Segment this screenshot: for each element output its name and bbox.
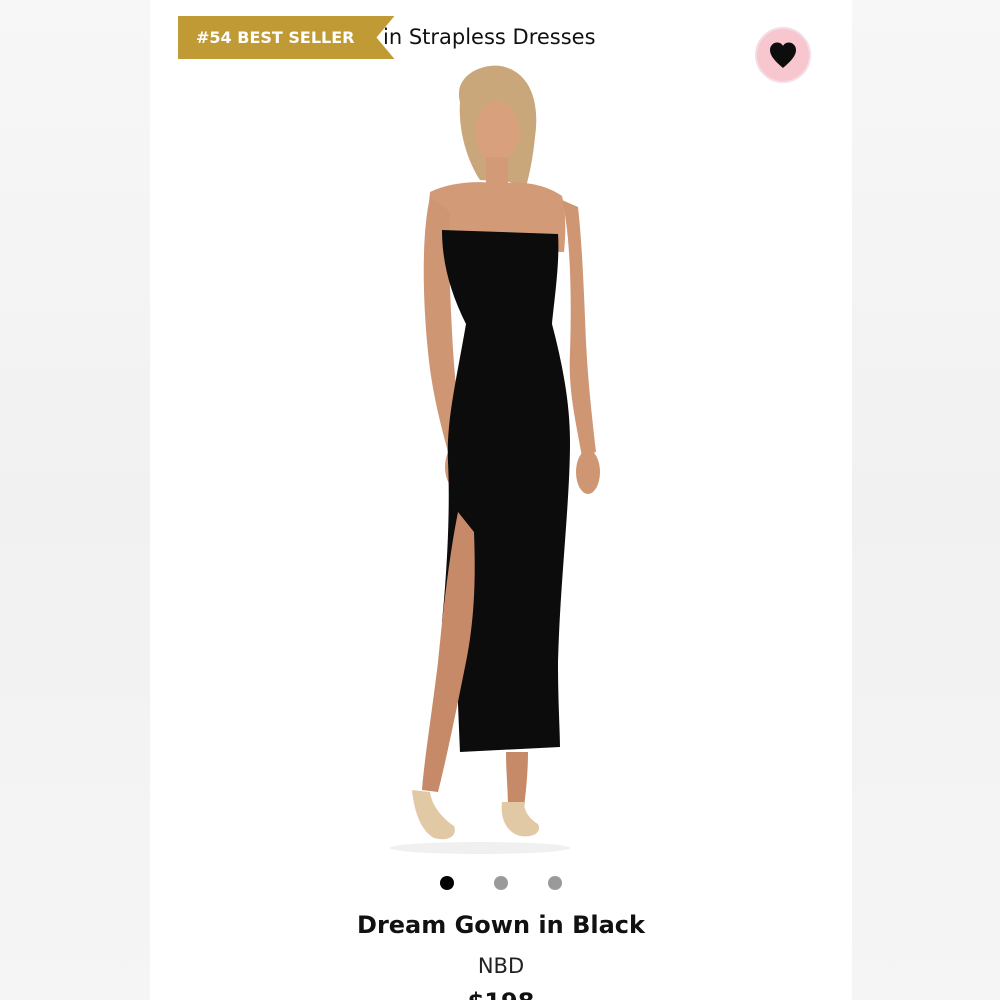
product-title[interactable]: Dream Gown in Black <box>150 911 852 939</box>
product-price: $198 <box>150 988 852 1000</box>
blurred-background-left <box>0 0 150 1000</box>
favorite-button[interactable] <box>755 27 811 83</box>
product-brand[interactable]: NBD <box>150 954 852 978</box>
bestseller-badge: #54 BEST SELLER <box>178 16 394 59</box>
product-card: #54 BEST SELLER in Strapless Dresses Dre… <box>150 0 852 1000</box>
carousel-dot-1[interactable] <box>440 876 454 890</box>
bestseller-category[interactable]: in Strapless Dresses <box>383 25 596 49</box>
heart-icon <box>770 42 796 68</box>
carousel-dot-3[interactable] <box>548 876 562 890</box>
carousel-dots <box>150 876 852 890</box>
product-image[interactable] <box>330 62 670 862</box>
screenshot-stage: #54 BEST SELLER in Strapless Dresses Dre… <box>0 0 1000 1000</box>
carousel-dot-2[interactable] <box>494 876 508 890</box>
blurred-background-right <box>852 0 1000 1000</box>
